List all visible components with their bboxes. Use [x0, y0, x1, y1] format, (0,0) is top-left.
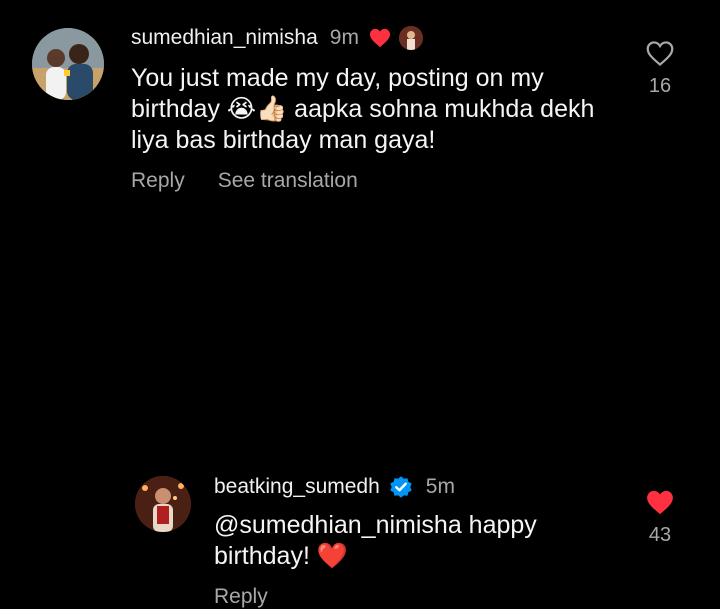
heart-filled-icon[interactable] — [645, 489, 675, 516]
like-control[interactable]: 16 — [635, 40, 685, 98]
like-count: 43 — [648, 524, 672, 546]
verified-badge-icon — [388, 474, 414, 500]
comment-header: beatking_sumedh 5m — [214, 472, 455, 502]
avatar[interactable] — [32, 28, 104, 100]
creator-mini-avatar — [398, 26, 423, 50]
comment-text: @sumedhian_nimisha happy birthday! ❤️ — [214, 511, 544, 570]
username[interactable]: sumedhian_nimisha — [131, 26, 318, 50]
timestamp: 5m — [425, 475, 455, 498]
comment-header: sumedhian_nimisha 9m — [131, 23, 423, 53]
like-control[interactable]: 43 — [635, 489, 685, 547]
comment-text: You just made my day, posting on my birt… — [131, 64, 602, 154]
heart-outline-icon[interactable] — [645, 40, 675, 67]
see-translation-button[interactable]: See translation — [218, 169, 358, 193]
creator-liked-heart-icon — [369, 28, 391, 48]
like-count: 16 — [648, 75, 672, 97]
comment-actions: Reply — [214, 585, 268, 609]
reply-comment-item: beatking_sumedh 5m @sumedhian_nimisha ha… — [0, 228, 720, 608]
reply-button[interactable]: Reply — [131, 169, 185, 193]
timestamp: 9m — [329, 26, 359, 49]
username[interactable]: beatking_sumedh — [214, 475, 380, 499]
avatar[interactable] — [135, 476, 191, 532]
comment-item: sumedhian_nimisha 9m You just made my da… — [0, 0, 720, 215]
reply-button[interactable]: Reply — [214, 585, 268, 609]
comment-actions: Reply See translation — [131, 169, 358, 193]
